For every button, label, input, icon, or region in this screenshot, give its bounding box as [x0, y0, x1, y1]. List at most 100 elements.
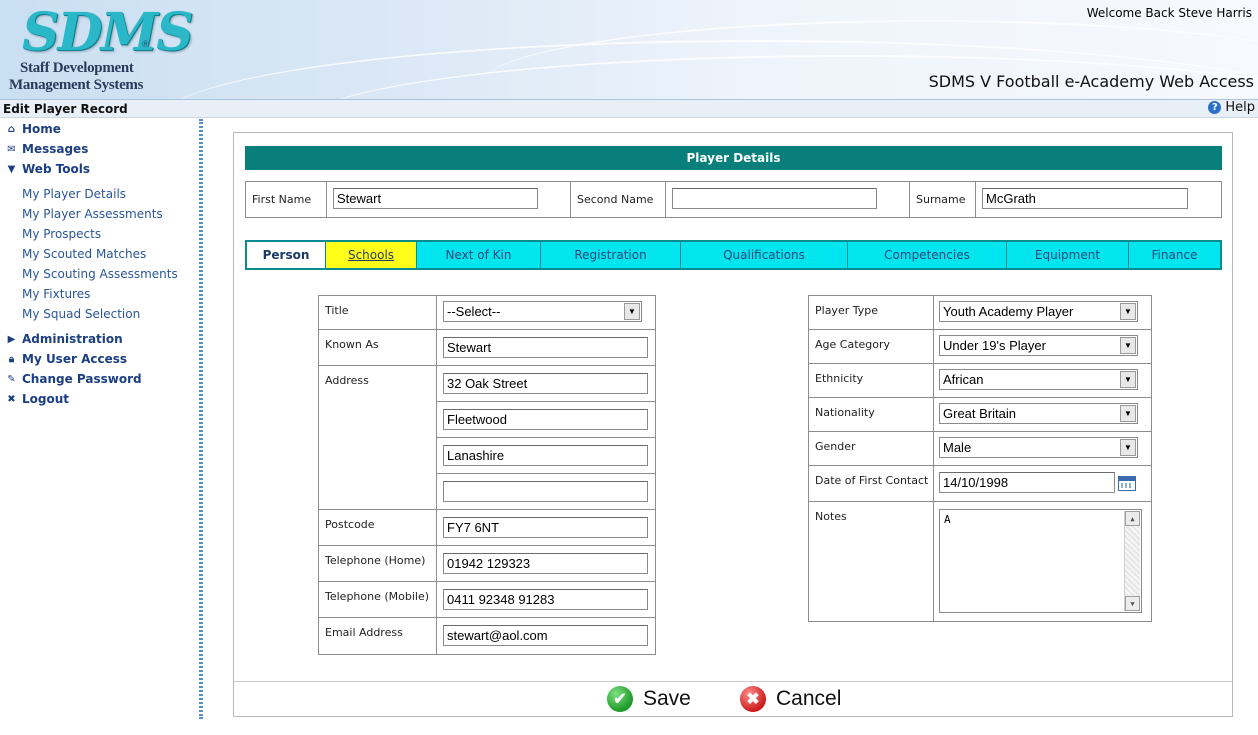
age-category-value: Under 19's Player: [943, 338, 1046, 353]
tab-schools[interactable]: Schools: [326, 242, 417, 268]
surname-field[interactable]: McGrath: [982, 188, 1188, 209]
calendar-icon-grid: [1121, 483, 1133, 488]
age-category-select[interactable]: Under 19's Player ▼: [939, 335, 1138, 356]
player-details-header: Player Details: [245, 146, 1222, 170]
table-divider: [319, 581, 655, 582]
sidebar-divider: [199, 119, 203, 719]
scroll-down-icon[interactable]: ▼: [1125, 596, 1140, 611]
telephone-home-label: Telephone (Home): [325, 554, 426, 567]
notes-label: Notes: [815, 510, 847, 523]
telephone-home-field[interactable]: 01942 129323: [443, 553, 648, 574]
address-line3-field[interactable]: Lanashire: [443, 445, 648, 466]
person-details-table: Title --Select-- ▼ Known As Stewart Addr…: [318, 295, 656, 655]
tab-bar: Person Schools Next of Kin Registration …: [245, 240, 1222, 270]
checkmark-icon: ✔: [607, 686, 633, 712]
telephone-mobile-label: Telephone (Mobile): [325, 590, 430, 603]
save-button-label: Save: [643, 687, 691, 710]
home-icon: ⌂: [7, 123, 16, 135]
nav-messages-label: Messages: [22, 142, 89, 156]
table-divider: [809, 329, 1151, 330]
nav-messages[interactable]: ✉ Messages: [6, 142, 88, 156]
nav-web-tools[interactable]: ▼ Web Tools: [6, 162, 90, 176]
logo-line1: Staff Development: [20, 60, 134, 76]
tab-competencies[interactable]: Competencies: [848, 242, 1007, 268]
known-as-label: Known As: [325, 338, 379, 351]
address-line1-field[interactable]: 32 Oak Street: [443, 373, 648, 394]
tab-next-of-kin[interactable]: Next of Kin: [417, 242, 541, 268]
chevron-down-icon: ▼: [1120, 405, 1136, 422]
address-line4-field[interactable]: [443, 481, 648, 502]
nav-my-prospects[interactable]: My Prospects: [22, 227, 101, 241]
nav-my-user-access[interactable]: 🔒︎ My User Access: [6, 352, 127, 366]
tab-finance[interactable]: Finance: [1129, 242, 1220, 268]
cancel-button[interactable]: ✖ Cancel: [740, 686, 841, 712]
tab-person[interactable]: Person: [247, 242, 326, 268]
gender-select[interactable]: Male ▼: [939, 437, 1138, 458]
cancel-button-label: Cancel: [776, 687, 842, 710]
nav-home-label: Home: [22, 122, 61, 136]
calendar-icon-header: [1119, 477, 1135, 481]
first-contact-date-field[interactable]: 14/10/1998: [939, 472, 1115, 493]
table-divider: [933, 296, 934, 621]
postcode-field[interactable]: FY7 6NT: [443, 517, 648, 538]
calendar-icon[interactable]: [1118, 476, 1136, 491]
lock-icon: 🔒︎: [8, 353, 15, 365]
chevron-down-icon: ▼: [1120, 337, 1136, 354]
logo-line2: Management Systems: [9, 77, 144, 93]
player-type-select[interactable]: Youth Academy Player ▼: [939, 301, 1138, 322]
save-button[interactable]: ✔ Save: [607, 686, 691, 712]
welcome-text: Welcome Back Steve Harris: [1086, 6, 1252, 20]
nav-my-squad-selection[interactable]: My Squad Selection: [22, 307, 140, 321]
nationality-value: Great Britain: [943, 406, 1016, 421]
nationality-label: Nationality: [815, 406, 875, 419]
notes-textarea[interactable]: A ▲ ▼: [939, 509, 1142, 613]
nav-my-fixtures[interactable]: My Fixtures: [22, 287, 90, 301]
tab-qualifications[interactable]: Qualifications: [681, 242, 848, 268]
notes-text: A: [944, 513, 951, 526]
nationality-select[interactable]: Great Britain ▼: [939, 403, 1138, 424]
nav-logout[interactable]: ✖ Logout: [6, 392, 69, 406]
telephone-mobile-field[interactable]: 0411 92348 91283: [443, 589, 648, 610]
address-label: Address: [325, 374, 369, 387]
table-divider: [809, 465, 1151, 466]
nav-my-scouted-matches[interactable]: My Scouted Matches: [22, 247, 146, 261]
table-divider: [436, 296, 437, 654]
email-field[interactable]: stewart@aol.com: [443, 625, 648, 646]
tab-equipment[interactable]: Equipment: [1007, 242, 1129, 268]
x-icon: ✖: [7, 393, 16, 405]
header-banner: SDMS ® Staff Development Management Syst…: [0, 0, 1258, 99]
first-contact-label: Date of First Contact: [815, 474, 929, 487]
chevron-down-icon: ▼: [1120, 439, 1136, 456]
table-divider: [437, 437, 655, 438]
player-type-label: Player Type: [815, 304, 878, 317]
table-divider: [319, 329, 655, 330]
nav-web-tools-label: Web Tools: [22, 162, 91, 176]
known-as-field[interactable]: Stewart: [443, 337, 648, 358]
nav-home[interactable]: ⌂ Home: [6, 122, 61, 136]
address-line2-field[interactable]: Fleetwood: [443, 409, 648, 430]
ethnicity-select[interactable]: African ▼: [939, 369, 1138, 390]
scroll-up-icon[interactable]: ▲: [1125, 511, 1140, 526]
postcode-label: Postcode: [325, 518, 375, 531]
table-divider: [437, 473, 655, 474]
help-link[interactable]: ? Help: [1208, 100, 1255, 115]
second-name-cell: [666, 182, 910, 217]
tab-registration[interactable]: Registration: [541, 242, 681, 268]
notes-scrollbar[interactable]: ▲ ▼: [1124, 511, 1140, 611]
title-select-value: --Select--: [447, 304, 501, 319]
nav-administration[interactable]: ▶ Administration: [6, 332, 123, 346]
chevron-down-icon: ▼: [624, 303, 640, 320]
title-select[interactable]: --Select-- ▼: [443, 301, 642, 322]
help-icon: ?: [1208, 101, 1222, 114]
app-title: SDMS V Football e-Academy Web Access: [928, 72, 1254, 91]
title-label: Title: [325, 304, 349, 317]
second-name-label-cell: Second Name: [571, 182, 666, 217]
nav-my-player-assessments[interactable]: My Player Assessments: [22, 207, 163, 221]
nav-change-password[interactable]: ✎ Change Password: [6, 372, 141, 386]
nav-my-scouting-assessments[interactable]: My Scouting Assessments: [22, 267, 178, 281]
title-bar: Edit Player Record ? Help: [0, 99, 1258, 118]
main-panel: Player Details First Name Stewart Second…: [233, 132, 1233, 717]
footer-divider: [234, 681, 1232, 682]
nav-my-player-details[interactable]: My Player Details: [22, 187, 126, 201]
sidebar: ⌂ Home ✉ Messages ▼ Web Tools My Player …: [0, 119, 200, 719]
